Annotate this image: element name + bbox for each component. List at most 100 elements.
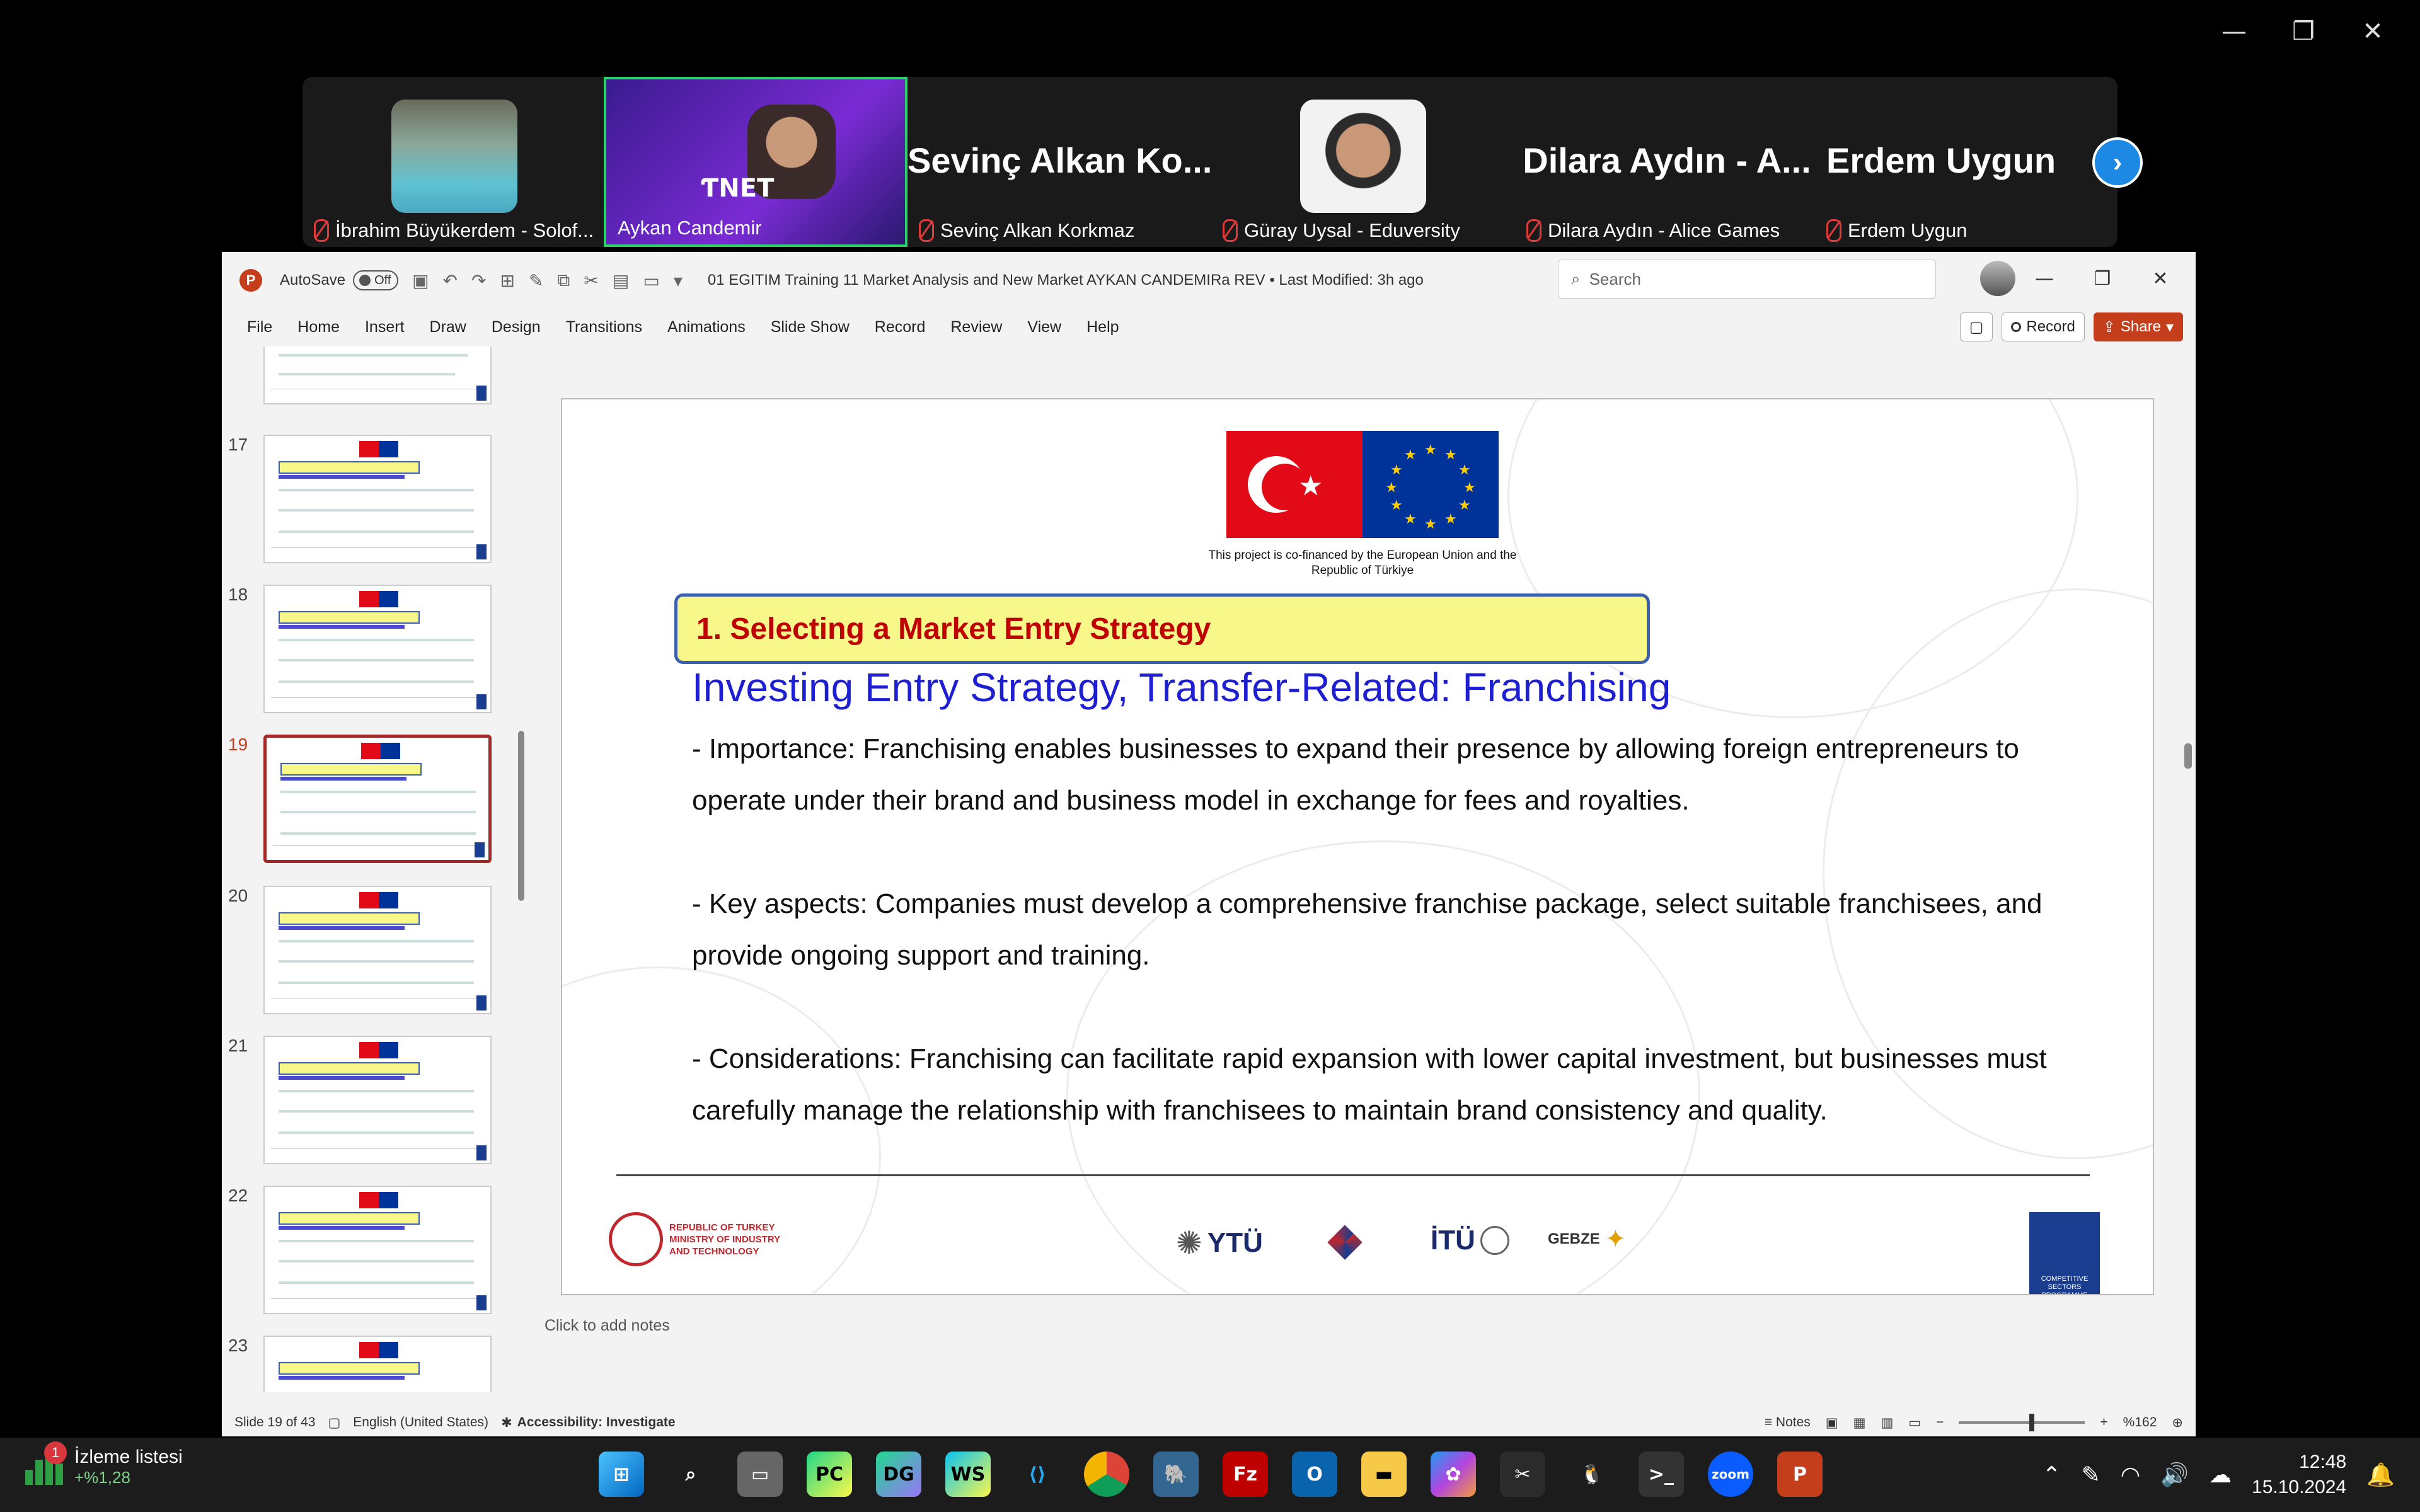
share-button[interactable]: ⇪ Share ▾ [2093, 312, 2183, 341]
language-icon[interactable]: ✎ [2082, 1462, 2100, 1488]
paragraph-considerations: - Considerations: Franchising can facili… [692, 1043, 2047, 1126]
zoom-in-icon[interactable]: + [2100, 1415, 2107, 1430]
search-icon[interactable]: ⌕ [668, 1452, 713, 1497]
participant-tile[interactable]: İbrahim Büyükerdem - Solof... [302, 77, 606, 247]
chrome-icon[interactable] [1084, 1452, 1129, 1497]
notes-button[interactable]: ≡ Notes [1765, 1415, 1811, 1430]
datagrip-icon[interactable]: DG [876, 1452, 921, 1497]
participant-name: Aykan Candemir [618, 217, 762, 239]
participant-tile[interactable]: Dilara Aydın - A... Dilara Aydın - Alice… [1515, 77, 1819, 247]
filezilla-icon[interactable]: Fz [1223, 1452, 1268, 1497]
tab-home[interactable]: Home [297, 318, 340, 336]
close-button[interactable]: ✕ [2338, 13, 2407, 50]
volume-icon[interactable]: 🔊 [2160, 1462, 2189, 1488]
start-icon[interactable]: ⊞ [599, 1452, 644, 1497]
fit-to-window-icon[interactable]: ⊕ [2172, 1415, 2183, 1431]
pycharm-icon[interactable]: PC [807, 1452, 852, 1497]
slide-thumbnail[interactable]: 21 [222, 1036, 518, 1174]
format-painter-icon[interactable]: ✎ [529, 270, 543, 291]
tab-animations[interactable]: Animations [667, 318, 746, 336]
participant-tile[interactable]: Güray Uysal - Eduversity [1211, 77, 1515, 247]
tab-design[interactable]: Design [492, 318, 541, 336]
slide-sorter-icon[interactable]: ▦ [1853, 1415, 1866, 1431]
restore-button[interactable]: ❐ [2073, 258, 2131, 299]
paragraph-importance: - Importance: Franchising enables busine… [692, 733, 2019, 816]
zoom-level[interactable]: %162 [2123, 1415, 2157, 1430]
cut-icon[interactable]: ✂ [584, 270, 598, 291]
accessibility-status[interactable]: Accessibility: Investigate [517, 1415, 676, 1430]
save-icon[interactable]: ▣ [412, 270, 429, 291]
search-input[interactable]: ⌕ Search [1558, 260, 1936, 299]
file-explorer-icon[interactable]: ▬ [1361, 1452, 1407, 1497]
minimize-button[interactable]: — [2015, 258, 2073, 299]
redo-icon[interactable]: ↷ [471, 270, 486, 291]
reading-view-icon[interactable]: ▥ [1881, 1415, 1893, 1431]
notes-icon: ≡ [1764, 1415, 1776, 1429]
autosave-toggle[interactable]: Off [353, 270, 399, 290]
normal-view-icon[interactable]: ▣ [1826, 1415, 1838, 1431]
copilot-icon[interactable]: ✿ [1431, 1452, 1476, 1497]
avatar[interactable] [1980, 261, 2015, 296]
participant-tile-active-speaker[interactable]: ƬNET Aykan Candemir [604, 77, 908, 247]
undo-icon[interactable]: ↶ [443, 270, 458, 291]
tab-view[interactable]: View [1027, 318, 1061, 336]
slide-thumbnail-selected[interactable]: 19 [222, 735, 518, 873]
zoom-slider[interactable] [1959, 1414, 2085, 1431]
open-folder-icon[interactable]: ▭ [643, 270, 659, 291]
chevron-up-icon[interactable]: ⌃ [2042, 1462, 2061, 1488]
record-button[interactable]: Record [2002, 312, 2085, 341]
notification-bell-icon[interactable]: 🔔 [2366, 1462, 2395, 1488]
tab-file[interactable]: File [247, 318, 272, 336]
powerpoint-app-icon[interactable]: P [1777, 1452, 1823, 1497]
webstorm-icon[interactable]: WS [945, 1452, 991, 1497]
language-indicator[interactable]: English (United States) [353, 1415, 488, 1430]
tab-record[interactable]: Record [875, 318, 926, 336]
slide-thumbnail[interactable]: 22 [222, 1186, 518, 1324]
thumbnails-scrollbar[interactable] [517, 353, 526, 1386]
slide-body[interactable]: - Importance: Franchising enables busine… [692, 723, 2078, 1188]
section-heading[interactable]: 1. Selecting a Market Entry Strategy [674, 593, 1650, 664]
restore-button[interactable]: ❐ [2269, 13, 2338, 50]
slide-thumbnail[interactable]: 17 [222, 435, 518, 573]
terminal-icon[interactable]: >_ [1639, 1452, 1684, 1497]
slideshow-icon[interactable]: ▭ [1908, 1415, 1921, 1431]
tab-slide-show[interactable]: Slide Show [771, 318, 850, 336]
slide-thumbnail[interactable]: 23 [222, 1336, 518, 1392]
linux-icon[interactable]: 🐧 [1569, 1452, 1615, 1497]
slide-scrollbar[interactable] [2181, 346, 2196, 1304]
document-title[interactable]: 01 EGITIM Training 11 Market Analysis an… [708, 272, 1424, 289]
chevron-right-icon[interactable]: › [2092, 137, 2143, 188]
participant-tile[interactable]: Sevinç Alkan Ko... Sevinç Alkan Korkmaz [908, 77, 1211, 247]
customize-toolbar-icon[interactable]: ▾ [674, 270, 683, 291]
tab-transitions[interactable]: Transitions [566, 318, 642, 336]
zoom-out-icon[interactable]: − [1936, 1415, 1944, 1430]
paste-icon[interactable]: ▤ [613, 270, 629, 291]
slide-thumbnail[interactable]: 18 [222, 585, 518, 723]
tab-insert[interactable]: Insert [365, 318, 405, 336]
comments-button[interactable]: ▢ [1959, 312, 1993, 341]
zoom-icon[interactable]: zoom [1708, 1452, 1753, 1497]
wifi-icon[interactable]: ◠ [2121, 1462, 2140, 1488]
slide-title[interactable]: Investing Entry Strategy, Transfer-Relat… [692, 664, 1671, 711]
participant-tile[interactable]: Erdem Uygun Erdem Uygun [1815, 77, 2067, 247]
tab-help[interactable]: Help [1086, 318, 1119, 336]
slide-thumbnail[interactable]: 20 [222, 886, 518, 1024]
clock[interactable]: 12:48 15.10.2024 [2252, 1450, 2346, 1500]
slide-canvas[interactable]: ★ ★ ★ ★ ★ ★ ★ ★ ★ ★ ★ ★ ★ This project is co-financ… [561, 398, 2154, 1295]
postgres-icon[interactable]: 🐘 [1153, 1452, 1199, 1497]
snipping-tool-icon[interactable]: ✂ [1500, 1452, 1545, 1497]
present-icon[interactable]: ⊞ [500, 270, 514, 291]
tab-draw[interactable]: Draw [430, 318, 466, 336]
notes-input[interactable]: Click to add notes [544, 1317, 670, 1335]
watchlist-widget[interactable]: 1 İzleme listesi +%1,28 [25, 1441, 183, 1487]
spelling-icon[interactable]: ▢ [328, 1415, 340, 1431]
turkey-flag: ★ [1226, 431, 1363, 538]
outlook-icon[interactable]: O [1292, 1452, 1337, 1497]
close-button[interactable]: ✕ [2131, 258, 2189, 299]
minimize-button[interactable]: — [2199, 13, 2269, 50]
copy-icon[interactable]: ⧉ [557, 270, 570, 291]
tab-review[interactable]: Review [950, 318, 1002, 336]
task-view-icon[interactable]: ▭ [737, 1452, 783, 1497]
vscode-icon[interactable]: ⟨⟩ [1015, 1452, 1060, 1497]
onedrive-icon[interactable]: ☁ [2209, 1462, 2232, 1488]
